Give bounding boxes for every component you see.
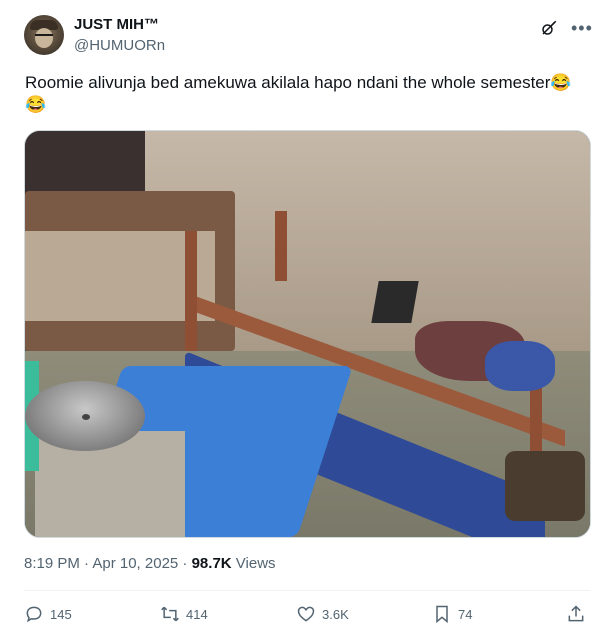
photo-shoes xyxy=(505,451,585,521)
heart-icon xyxy=(297,606,315,622)
post-text: Roomie alivunja bed amekuwa akilala hapo… xyxy=(25,73,572,114)
grok-icon[interactable] xyxy=(540,19,558,37)
post-photo[interactable] xyxy=(24,130,591,538)
views-label: Views xyxy=(231,555,276,572)
avatar-glasses xyxy=(35,34,53,41)
photo-pot-knob xyxy=(82,414,90,420)
views-count: 98.7K xyxy=(191,555,232,572)
reply-count: 145 xyxy=(50,606,72,622)
author-handle[interactable]: @HUMUORn xyxy=(74,37,165,54)
repost-icon xyxy=(161,606,179,622)
share-button[interactable] xyxy=(566,600,586,628)
post-timestamp: 8:19 PM · Apr 10, 2025 · 98.7K Views xyxy=(24,555,276,572)
post-time[interactable]: 8:19 PM · Apr 10, 2025 · xyxy=(24,555,192,572)
reply-icon xyxy=(26,606,42,623)
photo-bed-post xyxy=(185,231,197,351)
bookmark-button[interactable]: 74 xyxy=(432,600,472,628)
repost-button[interactable]: 414 xyxy=(160,600,208,628)
photo-bed-post xyxy=(275,211,287,281)
photo-blue-cloth xyxy=(485,341,555,391)
repost-count: 414 xyxy=(186,606,208,622)
author-display-name[interactable]: JUST MIH™ xyxy=(74,16,159,33)
bookmark-icon xyxy=(436,605,448,624)
like-count: 3.6K xyxy=(322,606,349,622)
photo-laptop xyxy=(371,281,419,323)
like-button[interactable]: 3.6K xyxy=(296,600,349,628)
avatar[interactable] xyxy=(24,15,64,55)
divider xyxy=(24,590,590,591)
action-bar: 145 414 3.6K 74 xyxy=(24,600,590,628)
bookmark-count: 74 xyxy=(458,606,473,622)
more-icon[interactable]: ••• xyxy=(571,19,593,37)
share-icon xyxy=(568,605,584,622)
reply-button[interactable]: 145 xyxy=(24,600,72,628)
